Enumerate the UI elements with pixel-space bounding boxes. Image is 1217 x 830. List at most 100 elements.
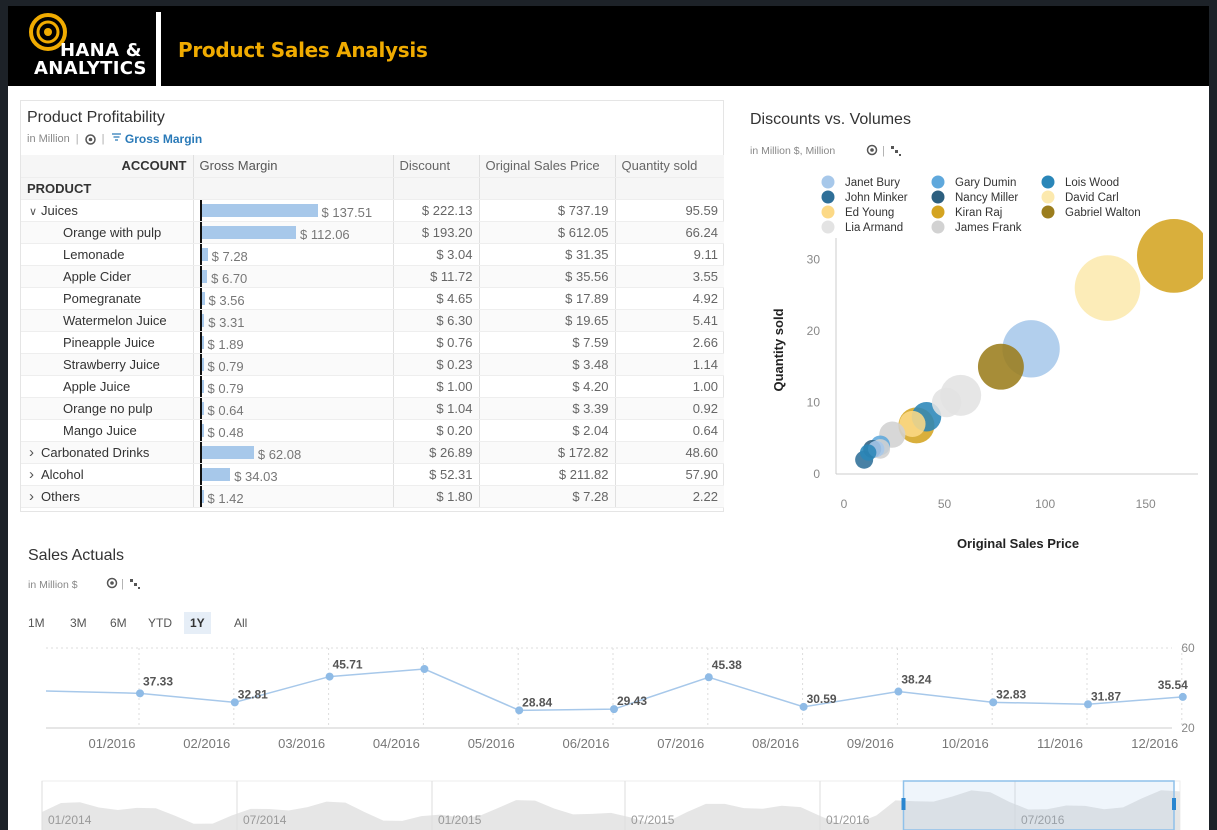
table-row[interactable]: ∨ Juices $ 137.51 $ 222.13 $ 737.19 95.59 [21,199,724,222]
chevron-right-icon[interactable]: › [29,466,41,483]
legend-swatch [1041,190,1055,204]
sales-data-label: 31.87 [1091,689,1121,703]
price-cell: $ 7.59 [479,331,616,354]
range-button-1m[interactable]: 1M [22,612,51,634]
legend-label: Janet Bury [845,177,900,189]
sales-point[interactable] [704,673,713,682]
gross-margin-value: $ 0.79 [207,358,244,374]
col-header-gross-margin[interactable]: Gross Margin [193,155,394,178]
quantity-cell: 2.22 [615,485,724,508]
sales-actuals-chart: Sales Actuals in Million $ | 20 60 01/2016 02/… [28,547,1195,830]
discount-cell: $ 3.04 [393,243,480,266]
table-row[interactable]: Watermelon Juice $ 3.31 $ 6.30 $ 19.65 5.41 [21,309,724,332]
legend-item[interactable]: Gary Dumin [931,175,1017,190]
table-row[interactable]: Orange with pulp $ 112.06 $ 193.20 $ 612.05… [21,221,724,244]
dimension-header-row: PRODUCT [21,177,724,200]
gross-margin-bar [201,357,204,371]
table-row[interactable]: › Others $ 1.42 $ 1.80 $ 7.28 2.22 [21,485,724,508]
quantity-cell: 1.00 [615,375,724,398]
legend-label: Ed Young [845,207,894,219]
row-label: Orange with pulp [63,224,162,240]
row-label-cell: Orange no pulp [21,397,194,420]
x-tick-label: 100 [1035,497,1055,511]
col-header-quantity-sold[interactable]: Quantity sold [615,155,724,178]
scatter-bubble[interactable] [977,343,1024,390]
navigator-label: 01/2016 [826,813,870,827]
chart-type-icon[interactable] [891,146,901,156]
legend-item[interactable]: Kiran Raj [931,205,1003,220]
navigator-selection[interactable] [902,780,1175,830]
legend-label: David Carl [1065,192,1119,204]
table-row[interactable]: Lemonade $ 7.28 $ 3.04 $ 31.35 9.11 [21,243,724,266]
price-cell: $ 31.35 [479,243,616,266]
legend-item[interactable]: John Minker [821,190,908,205]
legend-item[interactable]: Lia Armand [821,220,904,235]
quantity-cell: 3.55 [615,265,724,288]
legend-label: Gary Dumin [955,177,1016,189]
separator: | [101,133,105,145]
hierarchy-icon[interactable] [106,577,118,589]
scatter-bubble[interactable] [931,387,962,418]
legend-label: Nancy Miller [955,192,1018,204]
gross-margin-cell: $ 34.03 [193,463,394,486]
hierarchy-icon[interactable] [84,133,96,145]
range-button-ytd[interactable]: YTD [142,612,178,634]
col-header-discount[interactable]: Discount [393,155,480,178]
table-row[interactable]: › Alcohol $ 34.03 $ 52.31 $ 211.82 57.90 [21,463,724,486]
chevron-right-icon[interactable]: › [29,488,41,505]
sales-data-label: 45.38 [712,658,742,672]
col-header-account[interactable]: ACCOUNT [21,155,194,178]
sales-point[interactable] [136,689,144,698]
legend-label: Lia Armand [845,222,903,234]
table-row[interactable]: › Carbonated Drinks $ 62.08 $ 26.89 $ 172.82… [21,441,724,464]
row-label-cell: › Alcohol [21,463,194,486]
sales-point[interactable] [894,687,903,696]
legend-item[interactable]: Ed Young [821,205,895,220]
sales-point[interactable] [420,665,429,673]
navigator-label: 01/2014 [48,813,92,827]
x-tick-label: 01/2016 [89,736,136,751]
table-row[interactable]: Apple Juice $ 0.79 $ 1.00 $ 4.20 1.00 [21,375,724,398]
x-tick-label: 08/2016 [752,736,799,751]
profitability-subtitle: in Million | | Gross Margin [27,132,202,146]
legend-item[interactable]: James Frank [931,220,1022,235]
discount-cell: $ 222.13 [393,199,480,222]
navigator-handle-left[interactable] [901,798,906,810]
legend-item[interactable]: Nancy Miller [931,190,1019,205]
range-button-all[interactable]: All [228,612,253,634]
chevron-down-icon[interactable]: ∨ [29,205,41,218]
legend-item[interactable]: Janet Bury [821,175,901,190]
range-button-1y[interactable]: 1Y [184,612,211,634]
quantity-cell: 9.11 [615,243,724,266]
navigator-label: 07/2014 [243,813,287,827]
legend-item[interactable]: Lois Wood [1041,175,1120,190]
legend-item[interactable]: Gabriel Walton [1041,205,1141,220]
table-row[interactable]: Pineapple Juice $ 1.89 $ 0.76 $ 7.59 2.66 [21,331,724,354]
chart-type-icon[interactable] [130,579,140,589]
table-row[interactable]: Orange no pulp $ 0.64 $ 1.04 $ 3.39 0.92 [21,397,724,420]
chevron-right-icon[interactable]: › [29,444,41,461]
scatter-bubble[interactable] [859,444,877,461]
profitability-table: ACCOUNT Gross Margin Discount Original S… [21,155,724,508]
discount-cell: $ 193.20 [393,221,480,244]
table-row[interactable]: Pomegranate $ 3.56 $ 4.65 $ 17.89 4.92 [21,287,724,310]
range-button-3m[interactable]: 3M [64,612,93,634]
table-row[interactable]: Strawberry Juice $ 0.79 $ 0.23 $ 3.48 1.14 [21,353,724,376]
hierarchy-icon[interactable] [866,144,878,156]
sales-point[interactable] [1178,692,1187,701]
legend-item[interactable]: David Carl [1041,190,1119,205]
col-header-original-sales-price[interactable]: Original Sales Price [479,155,616,178]
scatter-bubble[interactable] [1136,218,1203,293]
range-button-6m[interactable]: 6M [104,612,133,634]
table-row[interactable]: Apple Cider $ 6.70 $ 11.72 $ 35.56 3.55 [21,265,724,288]
navigator-handle-right[interactable] [1172,798,1176,810]
filter-token[interactable]: Gross Margin [111,132,202,146]
table-row[interactable]: Mango Juice $ 0.48 $ 0.20 $ 2.04 0.64 [21,419,724,442]
quantity-cell: 5.41 [615,309,724,332]
scatter-bubble[interactable] [1074,255,1141,321]
discount-cell: $ 52.31 [393,463,480,486]
price-cell: $ 7.28 [479,485,616,508]
app-frame: HANA & ANALYTICS Product Sales Analysis … [8,6,1209,830]
sales-point[interactable] [325,672,334,681]
gross-margin-bar [201,313,205,327]
